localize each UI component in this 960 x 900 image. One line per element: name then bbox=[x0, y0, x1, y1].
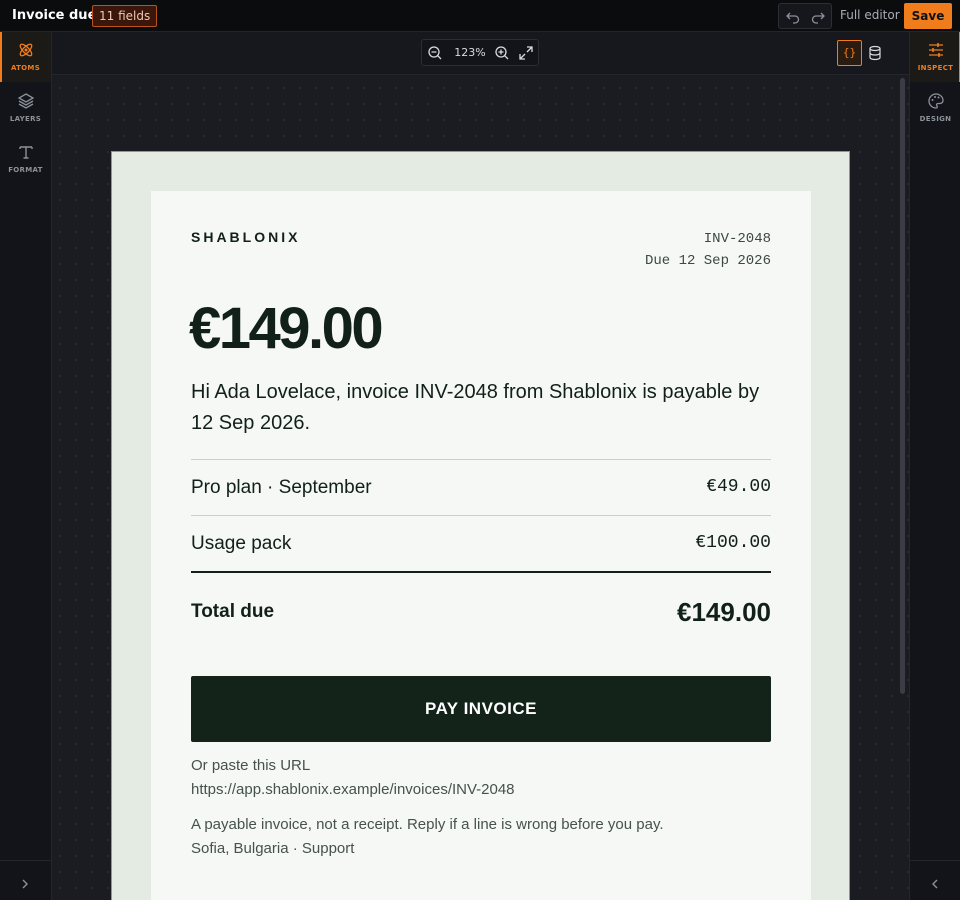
rail-label: DESIGN bbox=[919, 115, 952, 123]
zoom-in-icon[interactable] bbox=[494, 45, 510, 61]
fit-to-screen-icon[interactable] bbox=[518, 45, 534, 61]
email-card: SHABLONIX INV-2048 Due 12 Sep 2026 €149.… bbox=[151, 191, 811, 900]
chevron-left-icon bbox=[929, 875, 941, 889]
history-controls bbox=[778, 3, 832, 29]
document-title: Invoice due bbox=[12, 8, 97, 23]
line-item-name: Usage pack bbox=[191, 533, 292, 554]
fields-count-badge[interactable]: 11 fields bbox=[92, 5, 158, 27]
undo-icon[interactable] bbox=[785, 9, 801, 25]
invoice-number: INV-2048 bbox=[703, 231, 771, 247]
rail-item-format[interactable]: FORMAT bbox=[0, 134, 51, 184]
canvas-toolbar: 123% {} bbox=[52, 32, 909, 75]
total-row: Total due €149.00 bbox=[191, 571, 771, 647]
intro-text: Hi Ada Lovelace, invoice INV-2048 from S… bbox=[191, 381, 760, 434]
line-items: Pro plan · September €49.00 Usage pack €… bbox=[191, 459, 771, 647]
line-item: Pro plan · September €49.00 bbox=[191, 459, 771, 515]
view-toggles: {} bbox=[837, 40, 891, 66]
footnote-text: A payable invoice, not a receipt. Reply … bbox=[191, 816, 664, 833]
line-item-value: €49.00 bbox=[706, 477, 771, 497]
canvas: 123% {} SHABLONIX INV-2048 Due 12 Sep 20… bbox=[52, 32, 909, 900]
expand-right-panel[interactable] bbox=[910, 860, 960, 900]
palette-icon bbox=[927, 92, 945, 110]
line-item-name: Pro plan · September bbox=[191, 477, 372, 498]
rail-label: LAYERS bbox=[9, 115, 42, 123]
save-button[interactable]: Save bbox=[904, 3, 952, 29]
invoice-url-link[interactable]: https://app.shablonix.example/invoices/I… bbox=[191, 781, 515, 798]
layers-icon bbox=[17, 92, 35, 110]
brand-name: SHABLONIX bbox=[191, 229, 301, 245]
type-icon bbox=[17, 143, 35, 161]
email-frame[interactable]: SHABLONIX INV-2048 Due 12 Sep 2026 €149.… bbox=[111, 151, 850, 900]
zoom-level: 123% bbox=[454, 46, 486, 59]
rail-label: FORMAT bbox=[8, 166, 43, 174]
rail-label: ATOMS bbox=[10, 64, 41, 72]
invoice-meta: INV-2048 Due 12 Sep 2026 bbox=[645, 228, 771, 272]
scroll-thumb[interactable] bbox=[900, 78, 905, 694]
rail-item-atoms[interactable]: ATOMS bbox=[0, 32, 51, 82]
right-rail: INSPECT DESIGN bbox=[909, 32, 960, 900]
top-bar: Invoice due 11 fields Full editor Save bbox=[0, 0, 960, 32]
zoom-controls: 123% bbox=[421, 39, 539, 66]
rail-item-design[interactable]: DESIGN bbox=[910, 83, 960, 133]
line-item: Usage pack €100.00 bbox=[191, 515, 771, 571]
left-rail: ATOMS LAYERS FORMAT bbox=[0, 32, 52, 900]
chevron-right-icon bbox=[19, 875, 31, 889]
footer-text: Sofia, Bulgaria · Support bbox=[191, 840, 355, 857]
rail-item-inspect[interactable]: INSPECT bbox=[910, 32, 960, 82]
zoom-out-icon[interactable] bbox=[427, 45, 443, 61]
pay-invoice-button[interactable]: PAY INVOICE bbox=[191, 676, 771, 742]
sliders-icon bbox=[927, 41, 945, 59]
full-editor-link[interactable]: Full editor bbox=[840, 8, 900, 22]
total-value: €149.00 bbox=[677, 597, 771, 627]
rail-item-layers[interactable]: LAYERS bbox=[0, 83, 51, 133]
expand-left-panel[interactable] bbox=[0, 860, 51, 900]
total-label: Total due bbox=[191, 601, 275, 622]
atom-icon bbox=[17, 41, 35, 59]
database-icon[interactable] bbox=[866, 44, 884, 62]
rail-label: INSPECT bbox=[917, 64, 954, 72]
code-view-toggle[interactable]: {} bbox=[837, 40, 862, 66]
redo-icon[interactable] bbox=[810, 9, 826, 25]
line-item-value: €100.00 bbox=[695, 533, 771, 553]
paste-url-label: Or paste this URL bbox=[191, 757, 311, 774]
due-date: Due 12 Sep 2026 bbox=[644, 253, 771, 269]
canvas-scrollbar[interactable] bbox=[899, 76, 907, 900]
amount-due: €149.00 bbox=[189, 296, 384, 361]
